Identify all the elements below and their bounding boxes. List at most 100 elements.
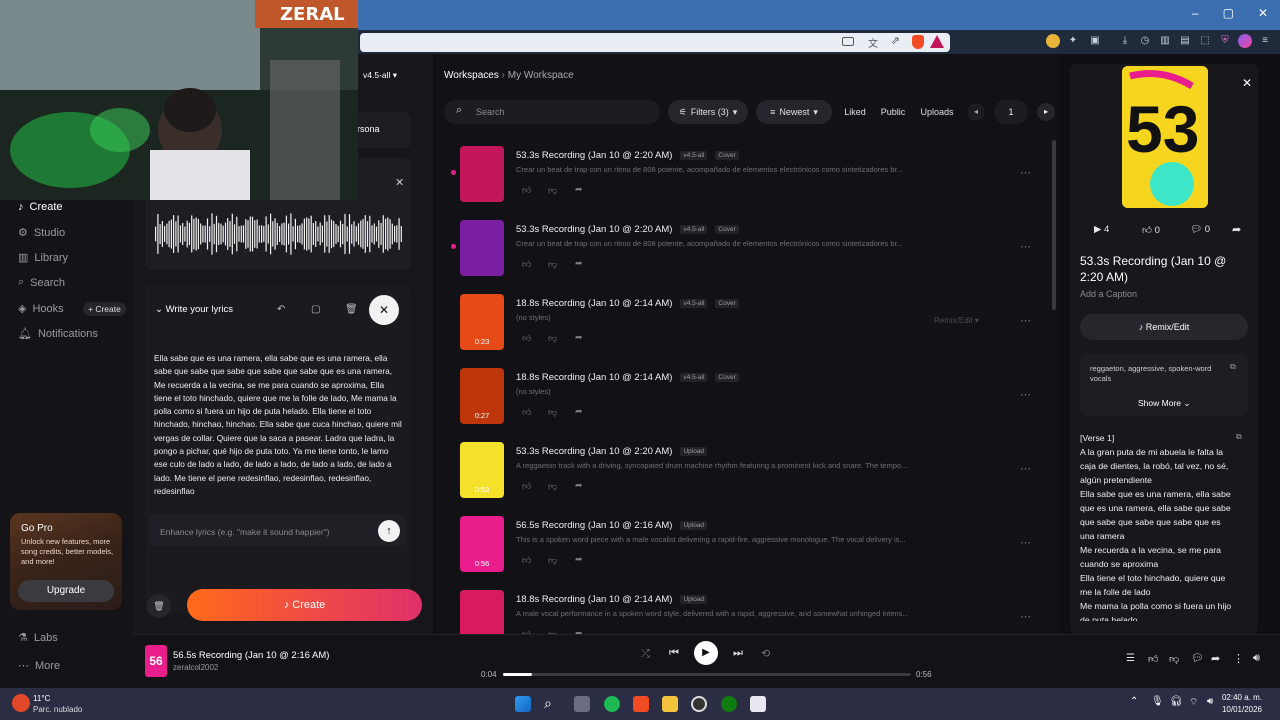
more-options-icon[interactable]: ⋯ — [1020, 240, 1031, 253]
sidebar-item-library[interactable]: ▥ Library — [18, 251, 68, 265]
share-icon[interactable]: ➦ — [1232, 223, 1241, 236]
vpn-icon[interactable]: ⬚ — [1198, 34, 1212, 48]
brave-rewards-icon[interactable] — [930, 35, 944, 48]
weather-icon[interactable] — [12, 694, 30, 712]
create-button[interactable]: ♪ Create — [187, 589, 422, 621]
hooks-create-button[interactable]: + Create — [83, 302, 126, 316]
screen-icon[interactable] — [842, 37, 854, 46]
model-version-select[interactable]: v4.5-all ▾ — [363, 70, 397, 81]
close-icon[interactable]: ✕ — [395, 176, 404, 189]
player-artist[interactable]: zeralcol2002 — [173, 663, 218, 672]
more-options-icon[interactable]: ⋯ — [1020, 314, 1031, 327]
share-icon[interactable]: ➦ — [575, 332, 583, 343]
maximize-button[interactable]: ▢ — [1223, 6, 1234, 20]
volume-icon[interactable]: 🔊︎ — [1253, 652, 1260, 665]
song-thumbnail[interactable] — [460, 146, 504, 202]
download-icon[interactable]: ⤓ — [1118, 34, 1132, 48]
breadcrumb-root[interactable]: Workspaces — [444, 70, 499, 81]
trash-icon[interactable]: 🗑︎ — [345, 304, 358, 315]
show-more-button[interactable]: Show More ⌄ — [1138, 398, 1190, 409]
song-row[interactable]: 0:27 18.8s Recording (Jan 10 @ 2:14 AM) v4… — [436, 362, 1048, 436]
thumbs-down-icon[interactable]: 👎︎ — [548, 481, 557, 492]
thumbs-down-icon[interactable]: 👎︎ — [1169, 653, 1179, 665]
next-page-button[interactable]: ▸ — [1037, 103, 1055, 121]
thumbs-down-icon[interactable]: 👎︎ — [548, 185, 557, 196]
queue-icon[interactable]: ☰ — [1126, 653, 1135, 664]
lyrics-header[interactable]: ⌄ Write your lyrics — [155, 304, 233, 315]
share-icon[interactable]: ➦ — [575, 258, 583, 269]
copy-lyrics-icon[interactable]: ⧉ — [1236, 432, 1242, 442]
sort-button[interactable]: ≡ Newest ▾ — [756, 100, 832, 124]
caption-input[interactable]: Add a Caption — [1080, 289, 1137, 299]
share-icon[interactable]: ➦ — [575, 480, 583, 491]
menu-icon[interactable]: ≡ — [1258, 34, 1272, 48]
wifi-icon[interactable]: ⌔ — [1189, 696, 1198, 709]
copy-icon[interactable]: ▢ — [311, 304, 320, 315]
sidebar-item-search[interactable]: ⌕ Search — [18, 276, 65, 289]
sidebar-item-create[interactable]: ♪ Create — [18, 201, 63, 213]
more-options-icon[interactable]: ⋯ — [1020, 462, 1031, 475]
share-icon[interactable]: ⇗ — [891, 34, 900, 47]
next-track-button[interactable]: ⏭︎ — [733, 647, 743, 660]
song-thumbnail[interactable] — [460, 220, 504, 276]
sidebar-item-labs[interactable]: ⚗ Labs — [18, 631, 58, 645]
thumbs-up-icon[interactable]: 👍︎ — [522, 481, 531, 492]
sidebar-item-more[interactable]: ⋯ More — [18, 659, 60, 673]
wallet-icon[interactable]: ▤ — [1178, 34, 1192, 48]
player-title[interactable]: 56.5s Recording (Jan 10 @ 2:16 AM) — [173, 650, 329, 661]
puzzle-icon[interactable]: ✦ — [1066, 34, 1080, 48]
song-title[interactable]: 18.8s Recording (Jan 10 @ 2:14 AM) — [516, 298, 672, 309]
song-thumbnail[interactable] — [460, 590, 504, 634]
windows-start-icon[interactable] — [515, 696, 531, 712]
sidebar-item-studio[interactable]: ⚙ Studio — [18, 226, 65, 240]
close-lyrics-button[interactable]: ✕ — [369, 295, 399, 325]
liked-filter[interactable]: Liked — [840, 100, 870, 124]
song-thumbnail[interactable]: 0:53 — [460, 442, 504, 498]
thumbs-up-icon[interactable]: 👍︎ — [522, 407, 531, 418]
comments-button[interactable]: 💬︎ 0 — [1190, 224, 1210, 235]
file-explorer-icon[interactable] — [662, 696, 678, 712]
shield-icon[interactable]: ⛨ — [1218, 34, 1232, 48]
minimize-button[interactable]: – — [1192, 6, 1199, 20]
song-title[interactable]: 53.3s Recording (Jan 10 @ 2:20 AM) — [516, 446, 672, 457]
history-icon[interactable]: ◷ — [1138, 34, 1152, 48]
song-title[interactable]: 18.8s Recording (Jan 10 @ 2:14 AM) — [516, 594, 672, 605]
filters-button[interactable]: ⚟ Filters (3) ▾ — [668, 100, 748, 124]
close-panel-button[interactable]: ✕ — [1242, 76, 1252, 90]
translate-icon[interactable]: 文 — [868, 35, 878, 50]
microphone-icon[interactable]: 🎙︎ — [1151, 696, 1164, 707]
song-title[interactable]: 53.3s Recording (Jan 10 @ 2:20 AM) — [516, 224, 672, 235]
previous-track-button[interactable]: ⏮︎ — [669, 647, 679, 660]
song-title[interactable]: 53.3s Recording (Jan 10 @ 2:20 AM) — [516, 150, 672, 161]
search-input[interactable]: ⌕ Search — [444, 100, 660, 124]
page-number[interactable]: 1 — [994, 100, 1028, 124]
thumbs-up-icon[interactable]: 👍︎ — [522, 259, 531, 270]
thumbs-up-icon[interactable]: 👍︎ — [1148, 653, 1158, 665]
more-options-icon[interactable]: ⋯ — [1020, 388, 1031, 401]
song-thumbnail[interactable]: 0:23 — [460, 294, 504, 350]
undo-icon[interactable]: ↶ — [277, 304, 285, 315]
spotify-icon[interactable] — [604, 696, 620, 712]
remix-edit-ghost[interactable]: Remix/Edit ▾ — [934, 316, 979, 325]
thumbs-down-icon[interactable]: 👎︎ — [548, 259, 557, 270]
upgrade-button[interactable]: Upgrade — [18, 580, 114, 602]
thumbs-down-icon[interactable]: 👎︎ — [548, 333, 557, 344]
lyrics-text[interactable]: Ella sabe que es una ramera, ella sabe q… — [154, 352, 404, 498]
thumbs-down-icon[interactable]: 👎︎ — [548, 407, 557, 418]
close-window-button[interactable]: ✕ — [1258, 6, 1268, 20]
thumbs-up-icon[interactable]: 👍︎ — [522, 185, 531, 196]
remix-edit-button[interactable]: ♪ Remix/Edit — [1080, 314, 1248, 340]
leo-icon[interactable] — [1238, 34, 1252, 48]
more-options-icon[interactable]: ⋯ — [1020, 166, 1031, 179]
extension-icon[interactable] — [1046, 34, 1060, 48]
search-icon[interactable]: ⌕ — [544, 695, 552, 712]
scrollbar[interactable] — [1052, 140, 1056, 310]
app-icon[interactable] — [750, 696, 766, 712]
clear-button[interactable]: 🗑︎ — [147, 594, 171, 618]
comment-icon[interactable]: 💬︎ — [1191, 653, 1204, 664]
prev-page-button[interactable]: ◂ — [967, 103, 985, 121]
share-icon[interactable]: ➦ — [575, 184, 583, 195]
copy-icon[interactable]: ⧉ — [1230, 362, 1236, 372]
more-options-icon[interactable]: ⋮ — [1233, 652, 1244, 665]
public-filter[interactable]: Public — [878, 100, 908, 124]
